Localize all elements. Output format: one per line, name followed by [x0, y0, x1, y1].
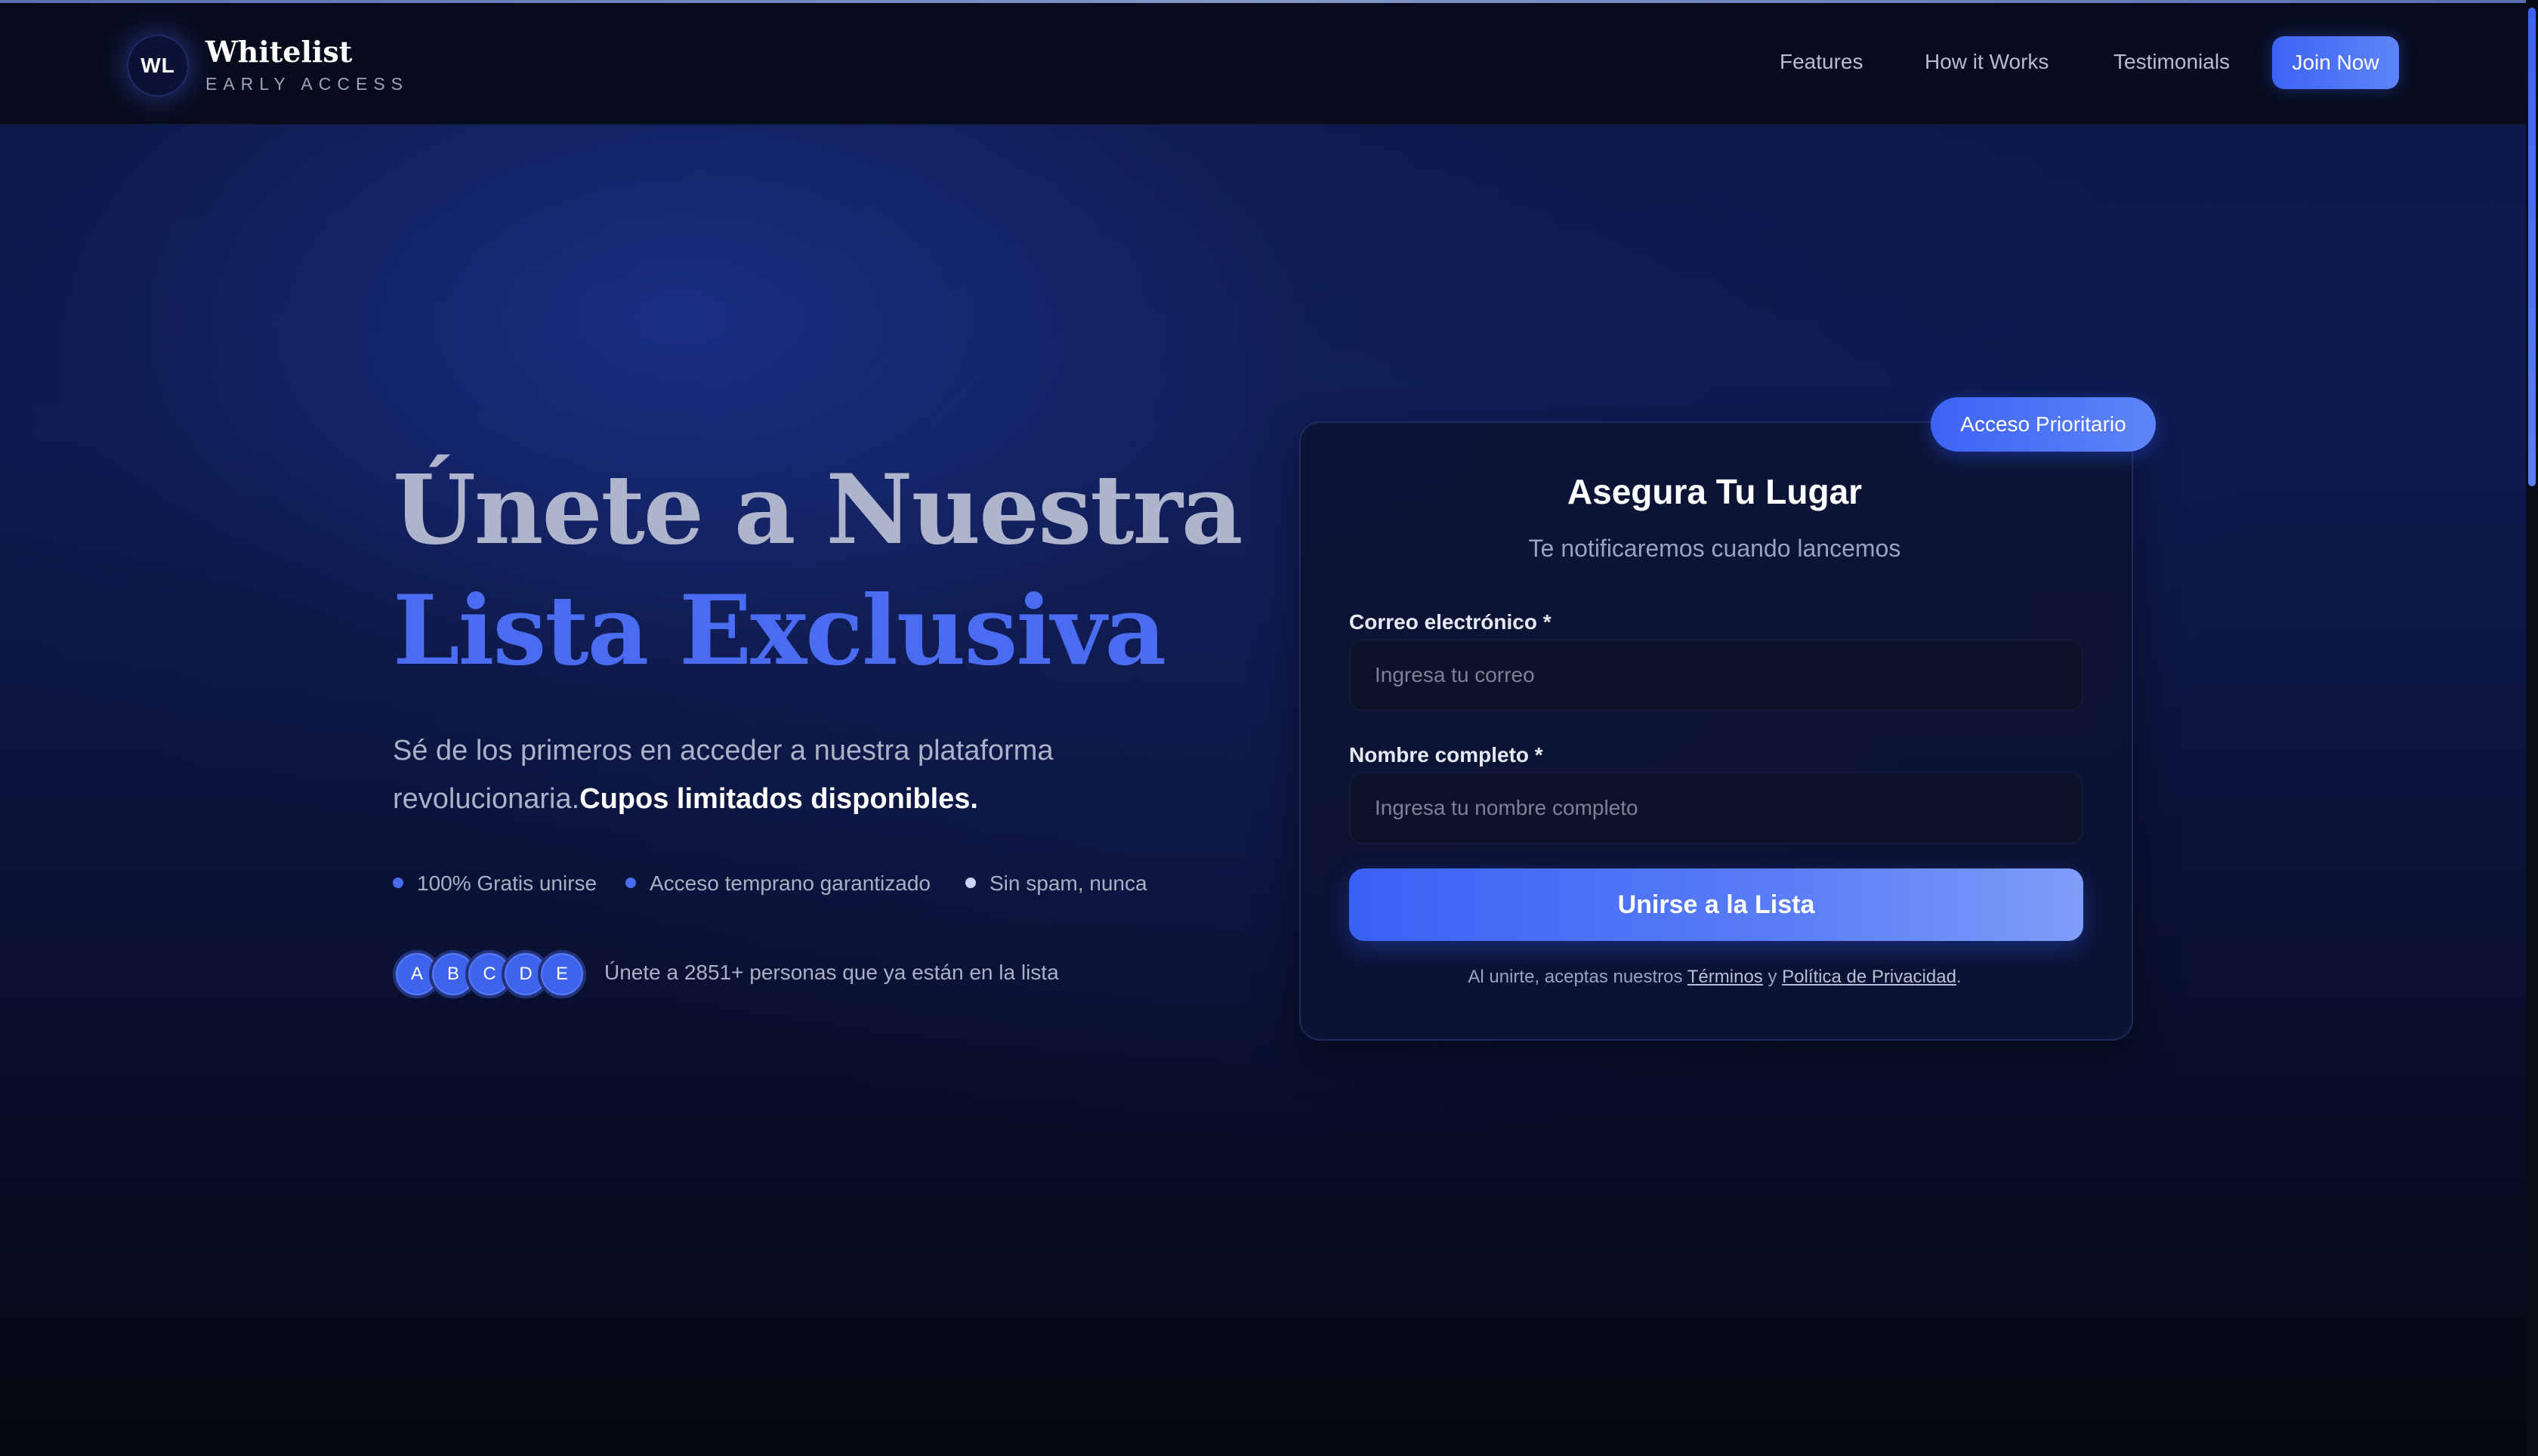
- hero-title-line-2: Lista Exclusiva: [393, 575, 1166, 686]
- feature-item-free: 100% Gratis unirse: [393, 871, 597, 896]
- feature-item-no-spam: Sin spam, nunca: [965, 871, 1147, 896]
- card-title: Asegura Tu Lugar: [1567, 472, 1863, 511]
- email-field[interactable]: [1351, 640, 2082, 710]
- name-label: Nombre completo *: [1349, 743, 1543, 767]
- bullet-dot-icon: [393, 877, 403, 888]
- nav-link-testimonials[interactable]: Testimonials: [2113, 50, 2230, 74]
- site-header: WL Whitelist EARLY ACCESS Features How i…: [0, 3, 2526, 125]
- bullet-dot-icon: [625, 877, 636, 888]
- privacy-policy-link[interactable]: Política de Privacidad: [1782, 967, 1956, 987]
- card-subtitle: Te notificaremos cuando lancemos: [1528, 535, 1901, 562]
- avatar: E: [538, 950, 586, 998]
- feature-label: 100% Gratis unirse: [417, 871, 597, 895]
- terms-and: y: [1762, 967, 1783, 987]
- feature-label: Acceso temprano garantizado: [650, 871, 931, 895]
- terms-suffix: .: [1956, 967, 1962, 987]
- page-scrollbar-thumb[interactable]: [2528, 8, 2536, 486]
- nav-link-features[interactable]: Features: [1780, 50, 1863, 74]
- page: WL Whitelist EARLY ACCESS Features How i…: [0, 0, 2538, 1456]
- join-list-button[interactable]: Unirse a la Lista: [1349, 868, 2083, 941]
- priority-access-badge: Acceso Prioritario: [1931, 397, 2156, 452]
- feature-item-early-access: Acceso temprano garantizado: [625, 871, 931, 896]
- nav-link-how-it-works[interactable]: How it Works: [1925, 50, 2049, 74]
- email-field-wrapper: [1349, 639, 2083, 711]
- logo-badge[interactable]: WL: [127, 35, 189, 97]
- feature-label: Sin spam, nunca: [990, 871, 1147, 895]
- hero-description: Sé de los primeros en acceder a nuestra …: [393, 726, 1178, 823]
- terms-link[interactable]: Términos: [1687, 967, 1763, 987]
- hero-title-line-1: Únete a Nuestra: [393, 454, 1243, 566]
- full-name-field[interactable]: [1351, 773, 2082, 843]
- brand-title[interactable]: Whitelist: [205, 35, 352, 69]
- terms-prefix: Al unirte, aceptas nuestros: [1468, 967, 1687, 987]
- terms-notice: Al unirte, aceptas nuestros Términos y P…: [1299, 967, 2130, 988]
- email-label: Correo electrónico *: [1349, 610, 1552, 634]
- brand-subtitle: EARLY ACCESS: [205, 74, 409, 94]
- name-field-wrapper: [1349, 772, 2083, 844]
- hero-description-highlight: Cupos limitados disponibles.: [579, 783, 978, 815]
- join-now-button[interactable]: Join Now: [2272, 36, 2399, 89]
- signup-card: [1299, 421, 2133, 1041]
- bullet-dot-icon: [965, 877, 976, 888]
- social-proof-text: Únete a 2851+ personas que ya están en l…: [604, 961, 1059, 984]
